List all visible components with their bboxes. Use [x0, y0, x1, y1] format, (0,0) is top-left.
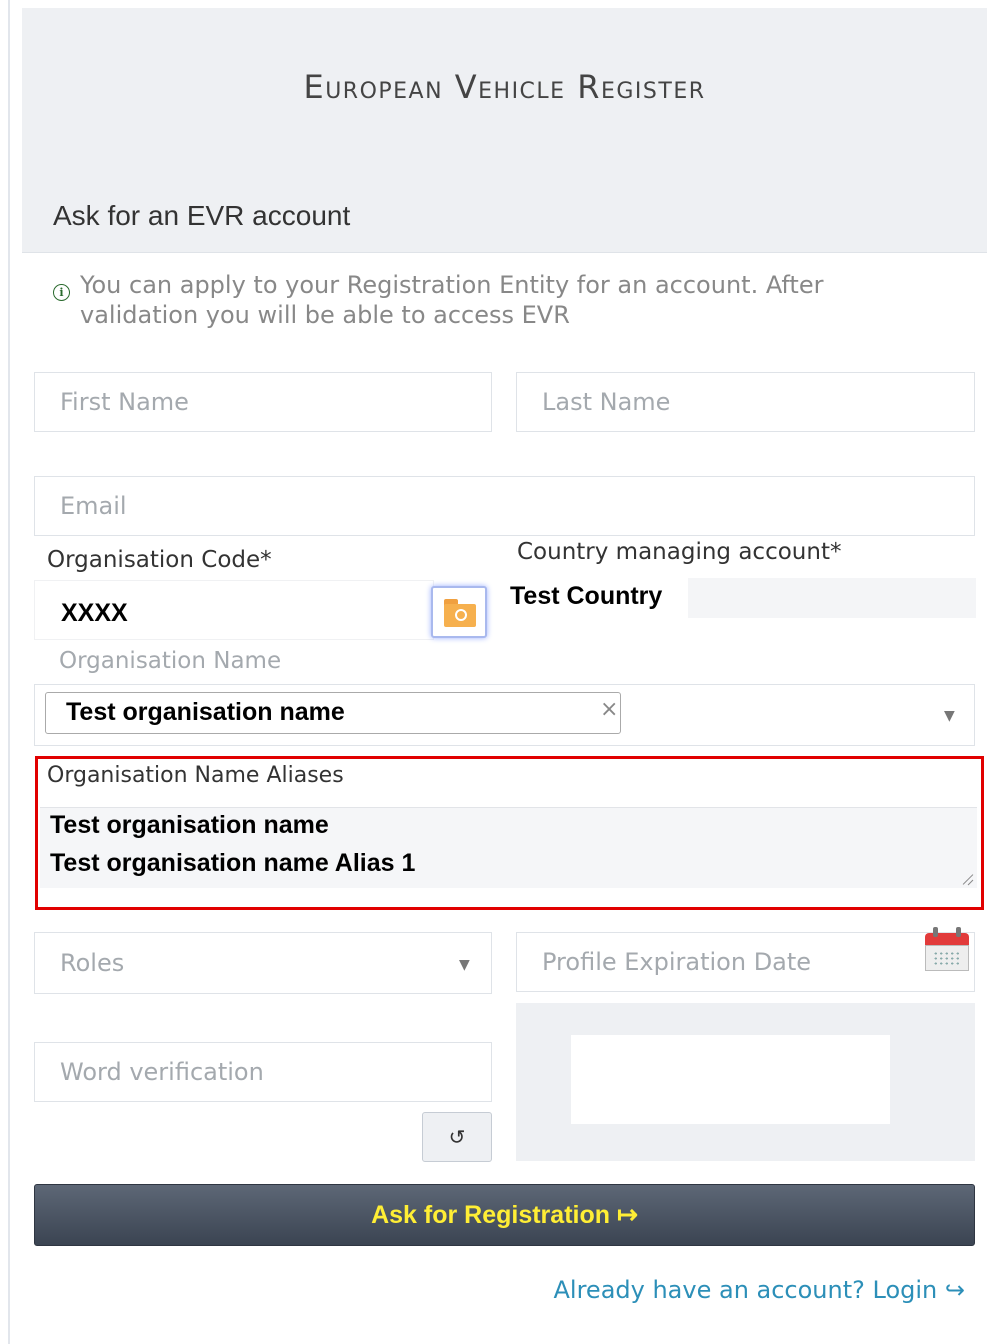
chevron-down-icon: ▼ [459, 957, 470, 973]
word-verification-field[interactable]: Word verification [34, 1042, 492, 1102]
aliases-textarea[interactable]: Test organisation name Test organisation… [40, 807, 977, 888]
ask-for-registration-button[interactable]: Ask for Registration ↦ [34, 1184, 975, 1246]
aliases-highlight: Organisation Name Aliases Test organisat… [35, 756, 984, 910]
roles-placeholder: Roles [60, 949, 125, 977]
app-title: European Vehicle Register [303, 68, 706, 106]
info-circle-icon: i [53, 284, 70, 301]
resize-handle-icon[interactable] [961, 873, 973, 885]
country-value: Test Country [508, 578, 688, 618]
org-name-label: Organisation Name [59, 648, 282, 674]
org-name-chip: Test organisation name × [45, 692, 621, 734]
last-name-field[interactable]: Last Name [516, 372, 975, 432]
left-border [8, 0, 10, 1344]
first-name-field[interactable]: First Name [34, 372, 492, 432]
org-code-value: XXXX [61, 599, 128, 627]
org-name-select[interactable]: Test organisation name × ▼ [34, 684, 975, 746]
login-link[interactable]: Already have an account? Login ↪ [554, 1276, 966, 1304]
expiration-placeholder: Profile Expiration Date [542, 948, 812, 976]
country-label: Country managing account* [517, 539, 842, 565]
alias-line: Test organisation name [50, 811, 329, 839]
org-lookup-button[interactable] [431, 586, 487, 638]
folder-search-icon [444, 599, 476, 627]
email-field[interactable]: Email [34, 476, 975, 536]
word-verification-placeholder: Word verification [60, 1058, 264, 1086]
alias-line: Test organisation name Alias 1 [50, 849, 416, 877]
first-name-placeholder: First Name [60, 388, 189, 416]
last-name-placeholder: Last Name [542, 388, 671, 416]
email-placeholder: Email [60, 492, 127, 520]
aliases-label: Organisation Name Aliases [47, 763, 344, 788]
org-code-field[interactable]: XXXX [34, 580, 434, 640]
section-title: Ask for an EVR account [53, 200, 351, 231]
calendar-icon[interactable] [925, 927, 969, 971]
info-message: You can apply to your Registration Entit… [80, 271, 824, 329]
roles-select[interactable]: Roles ▼ [34, 932, 492, 994]
refresh-captcha-button[interactable]: ↺ [422, 1112, 492, 1162]
captcha-image [571, 1035, 890, 1124]
chevron-down-icon[interactable]: ▼ [944, 708, 955, 724]
org-code-label: Organisation Code* [47, 547, 272, 573]
clear-icon[interactable]: × [600, 697, 618, 722]
org-name-selected: Test organisation name [66, 698, 345, 726]
country-field-background [686, 578, 976, 618]
refresh-icon: ↺ [448, 1125, 466, 1149]
expiration-date-field[interactable]: Profile Expiration Date [516, 932, 975, 992]
